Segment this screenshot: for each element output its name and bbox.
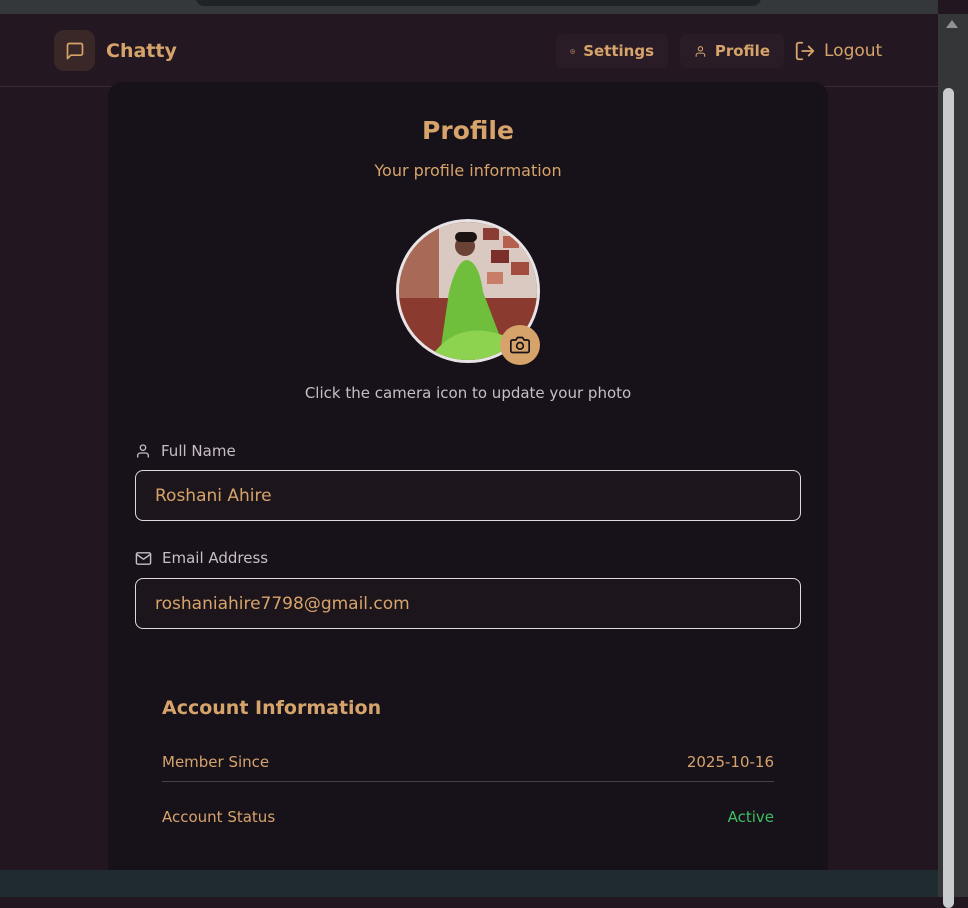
email-label-text: Email Address (162, 549, 269, 567)
email-label: Email Address (135, 549, 268, 567)
full-name-label: Full Name (135, 442, 236, 460)
browser-address-pill (196, 0, 761, 6)
profile-button[interactable]: Profile (680, 34, 784, 68)
status-badge: Active (727, 808, 774, 826)
camera-icon (510, 336, 530, 354)
account-info-title: Account Information (162, 697, 382, 719)
mail-icon (135, 551, 152, 565)
account-status-row: Account Status Active (162, 808, 774, 826)
full-name-label-text: Full Name (161, 442, 236, 460)
member-since-label: Member Since (162, 753, 270, 771)
scroll-up-icon[interactable] (946, 20, 958, 28)
page-subtitle: Your profile information (374, 161, 562, 180)
full-name-value: Roshani Ahire (155, 485, 272, 506)
user-icon (137, 444, 149, 458)
member-since-value: 2025-10-16 (686, 753, 774, 771)
gear-icon (570, 48, 576, 54)
page-title: Profile (422, 116, 514, 145)
scrollbar-thumb[interactable] (943, 88, 954, 908)
logout-label: Logout (824, 41, 883, 61)
logout-icon (795, 41, 815, 61)
email-value: roshaniahire7798@gmail.com (155, 593, 410, 614)
app-logo[interactable]: Chatty (54, 30, 177, 71)
user-icon (695, 45, 706, 57)
settings-button[interactable]: Settings (556, 34, 668, 68)
email-field[interactable]: roshaniahire7798@gmail.com (135, 578, 801, 629)
profile-label: Profile (714, 42, 770, 60)
member-since-row: Member Since 2025-10-16 (162, 753, 774, 782)
settings-label: Settings (583, 42, 654, 60)
app-name: Chatty (106, 39, 177, 62)
scrollbar[interactable] (938, 14, 968, 908)
top-navbar: Chatty Settings Profile Logout (0, 14, 938, 87)
full-name-field[interactable]: Roshani Ahire (135, 470, 801, 521)
message-square-icon (54, 30, 95, 71)
logout-button[interactable]: Logout (794, 34, 882, 68)
photo-hint: Click the camera icon to update your pho… (304, 384, 632, 402)
browser-top-bar (0, 0, 938, 15)
profile-card: Profile Your profile information Click t… (108, 82, 828, 890)
account-status-label: Account Status (162, 808, 276, 826)
camera-button[interactable] (500, 325, 540, 365)
page-bottom-strip (0, 870, 938, 897)
